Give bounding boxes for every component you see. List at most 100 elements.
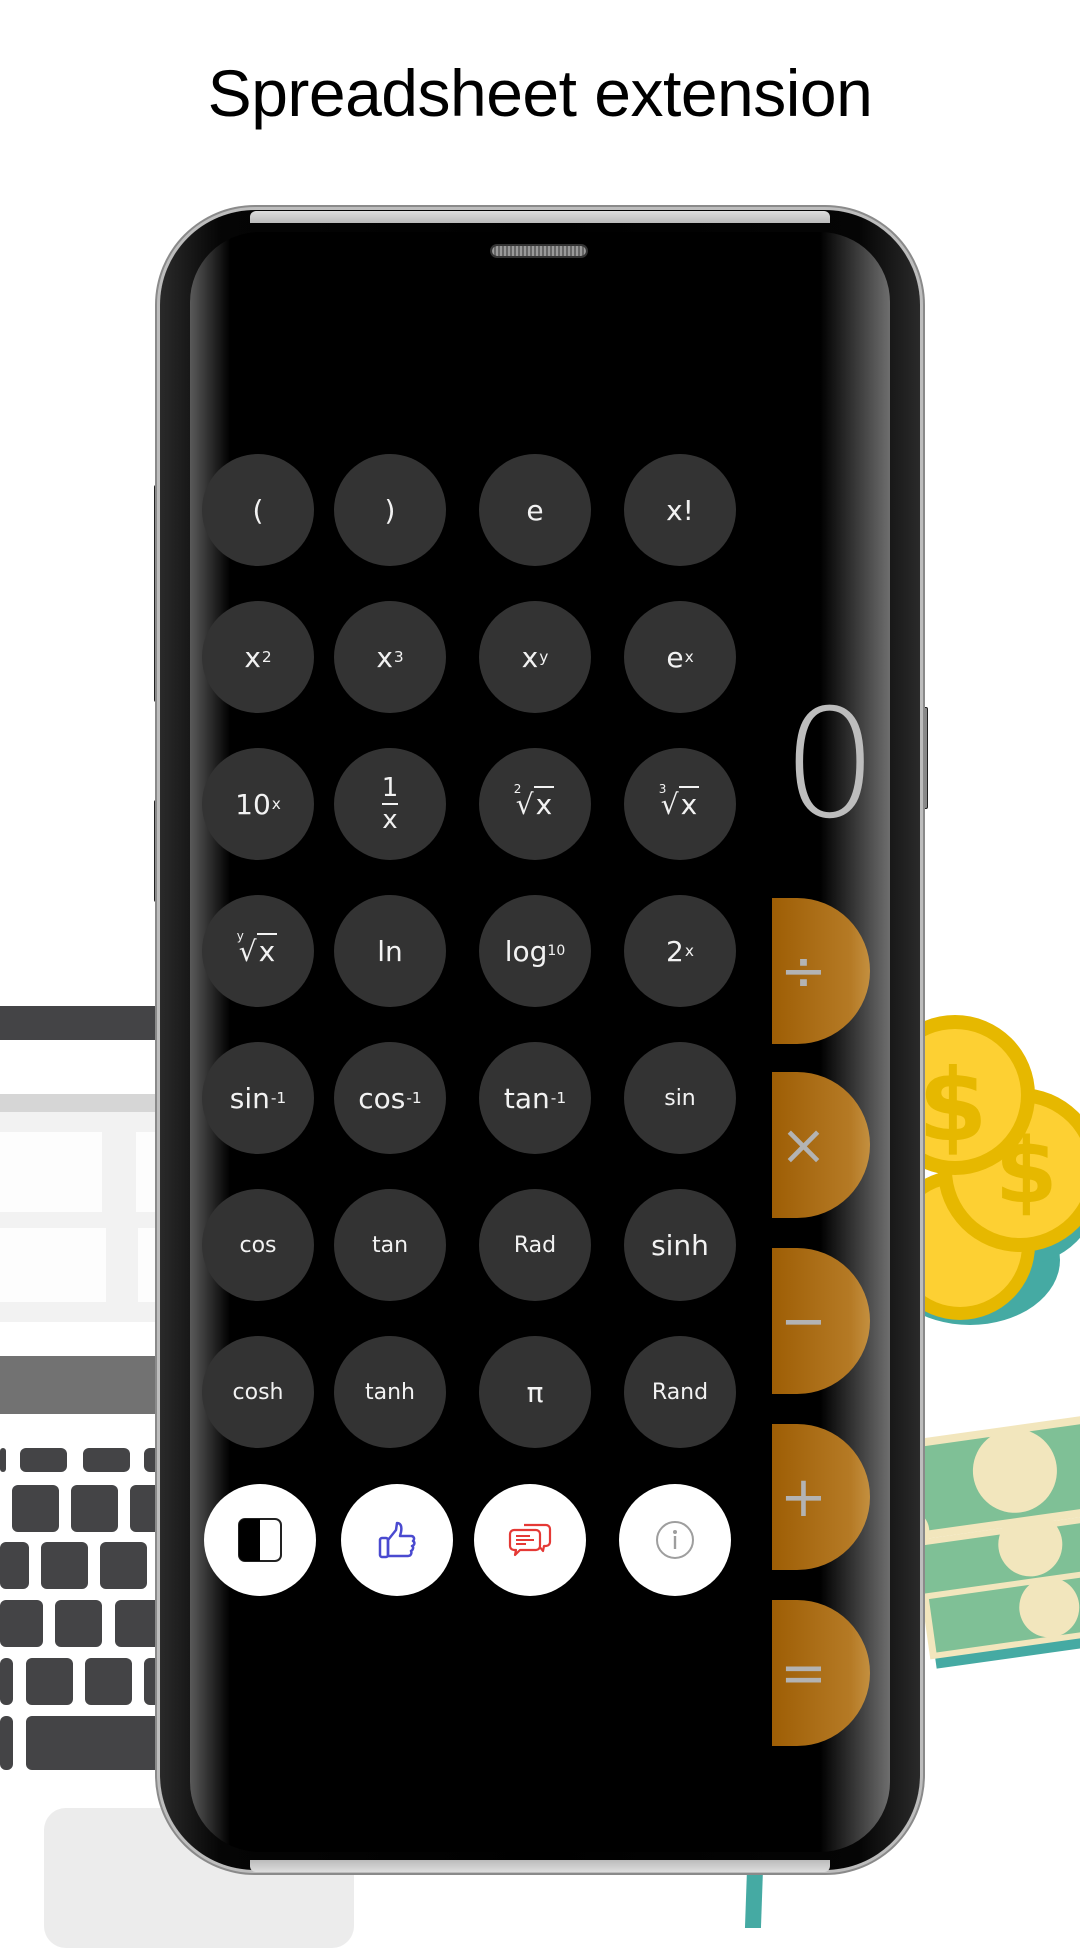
sci-key-label: sin bbox=[664, 1085, 696, 1111]
sci-key[interactable]: x3 bbox=[334, 601, 446, 713]
sci-key[interactable]: x2 bbox=[202, 601, 314, 713]
sci-key-label: π bbox=[526, 1375, 544, 1409]
sci-key-label: ln bbox=[377, 934, 403, 968]
headline: Spreadsheet extension bbox=[207, 56, 873, 130]
numerator: 1 bbox=[381, 773, 399, 803]
sci-key[interactable]: ) bbox=[334, 454, 446, 566]
banknotes-illustration bbox=[900, 1415, 1080, 1669]
sci-key[interactable]: sin -1 bbox=[202, 1042, 314, 1154]
svg-text:$: $ bbox=[918, 1047, 988, 1164]
key-base: e bbox=[666, 640, 684, 674]
sci-key-label: cos bbox=[239, 1232, 277, 1258]
theme-toggle-icon bbox=[238, 1518, 282, 1562]
sci-key[interactable]: ex bbox=[624, 601, 736, 713]
sci-key[interactable]: tan bbox=[334, 1189, 446, 1301]
root-index: y bbox=[236, 928, 244, 943]
sci-key-label: Rand bbox=[651, 1379, 709, 1405]
superscript: y bbox=[539, 648, 549, 666]
sci-key[interactable]: cos -1 bbox=[334, 1042, 446, 1154]
coins-illustration: $ $ bbox=[900, 1015, 1080, 1325]
add-label: + bbox=[780, 1464, 827, 1530]
sci-key-label: x! bbox=[666, 493, 694, 527]
superscript: 2 bbox=[261, 648, 272, 666]
sci-key-label: ) bbox=[384, 493, 396, 527]
sci-key-label: sinh bbox=[651, 1228, 709, 1262]
root-index: 3 bbox=[658, 781, 667, 796]
spreadsheet-header bbox=[0, 1094, 170, 1112]
root-index: 2 bbox=[513, 781, 522, 796]
spreadsheet-grid bbox=[0, 1112, 170, 1322]
sci-key[interactable]: 2x bbox=[624, 895, 736, 1007]
multiply-label: × bbox=[780, 1112, 827, 1178]
power-button bbox=[920, 707, 928, 809]
cable bbox=[744, 1868, 764, 1928]
divide-label: ÷ bbox=[780, 938, 827, 1004]
superscript: x bbox=[271, 795, 281, 813]
key-base: 2 bbox=[666, 934, 684, 968]
superscript: 3 bbox=[393, 648, 404, 666]
radicand: x bbox=[678, 785, 700, 821]
sci-key[interactable]: sinh bbox=[624, 1189, 736, 1301]
subscript: 10 bbox=[547, 943, 566, 959]
sci-key[interactable]: 2 √x bbox=[479, 748, 591, 860]
earpiece-speaker bbox=[492, 246, 586, 256]
sci-key[interactable]: cosh bbox=[202, 1336, 314, 1448]
radical: 2 √x bbox=[514, 782, 555, 821]
superscript: -1 bbox=[270, 1089, 287, 1107]
radicand: x bbox=[256, 932, 278, 968]
theme-toggle-button[interactable] bbox=[204, 1484, 316, 1596]
sci-key[interactable]: tan -1 bbox=[479, 1042, 591, 1154]
radical: 3 √x bbox=[659, 782, 700, 821]
sci-key[interactable]: Rand bbox=[624, 1336, 736, 1448]
phone-bottom-edge bbox=[250, 1860, 830, 1872]
key-base: 10 bbox=[235, 787, 271, 821]
sci-key-label: ( bbox=[252, 493, 264, 527]
thumbs-up-icon bbox=[378, 1521, 416, 1559]
info-button[interactable] bbox=[619, 1484, 731, 1596]
radicand: x bbox=[533, 785, 555, 821]
key-base: cos bbox=[358, 1081, 406, 1115]
sci-key-label: tanh bbox=[365, 1379, 415, 1405]
key-base: x bbox=[376, 640, 393, 674]
feedback-chat-icon bbox=[508, 1523, 552, 1557]
sci-key[interactable]: 10 x bbox=[202, 748, 314, 860]
key-base: x bbox=[521, 640, 539, 674]
key-base: log bbox=[504, 934, 548, 968]
superscript: -1 bbox=[406, 1089, 422, 1107]
fraction: 1x bbox=[382, 775, 399, 833]
equals-label: = bbox=[780, 1640, 827, 1706]
sci-key-label: tan bbox=[371, 1232, 409, 1258]
key-base: x bbox=[244, 640, 261, 674]
calculator-display: 0 bbox=[782, 678, 878, 852]
sci-key-label: Rad bbox=[513, 1232, 557, 1258]
sci-key[interactable]: tanh bbox=[334, 1336, 446, 1448]
subtract-label: − bbox=[780, 1288, 827, 1354]
superscript: -1 bbox=[550, 1089, 567, 1107]
sci-key[interactable]: y √x bbox=[202, 895, 314, 1007]
sci-key[interactable]: log 10 bbox=[479, 895, 591, 1007]
sci-key[interactable]: x! bbox=[624, 454, 736, 566]
sci-key-label: cosh bbox=[232, 1379, 284, 1405]
info-icon bbox=[656, 1521, 694, 1559]
sci-key[interactable]: Rad bbox=[479, 1189, 591, 1301]
sci-key[interactable]: sin bbox=[624, 1042, 736, 1154]
rate-app-button[interactable] bbox=[341, 1484, 453, 1596]
sci-key[interactable]: cos bbox=[202, 1189, 314, 1301]
sci-key[interactable]: e bbox=[479, 454, 591, 566]
sci-key-label: e bbox=[526, 493, 544, 527]
sci-key[interactable]: xy bbox=[479, 601, 591, 713]
feedback-button[interactable] bbox=[474, 1484, 586, 1596]
phone-top-edge bbox=[250, 211, 830, 223]
laptop-hinge bbox=[0, 1356, 170, 1414]
sci-key[interactable]: 3 √x bbox=[624, 748, 736, 860]
sci-key[interactable]: ln bbox=[334, 895, 446, 1007]
radical: y √x bbox=[237, 929, 278, 968]
denominator: x bbox=[382, 805, 398, 835]
superscript: x bbox=[684, 942, 694, 960]
laptop-lid bbox=[0, 1006, 170, 1040]
key-base: sin bbox=[229, 1081, 270, 1115]
sci-key[interactable]: 1x bbox=[334, 748, 446, 860]
sci-key[interactable]: ( bbox=[202, 454, 314, 566]
key-base: tan bbox=[503, 1081, 550, 1115]
sci-key[interactable]: π bbox=[479, 1336, 591, 1448]
